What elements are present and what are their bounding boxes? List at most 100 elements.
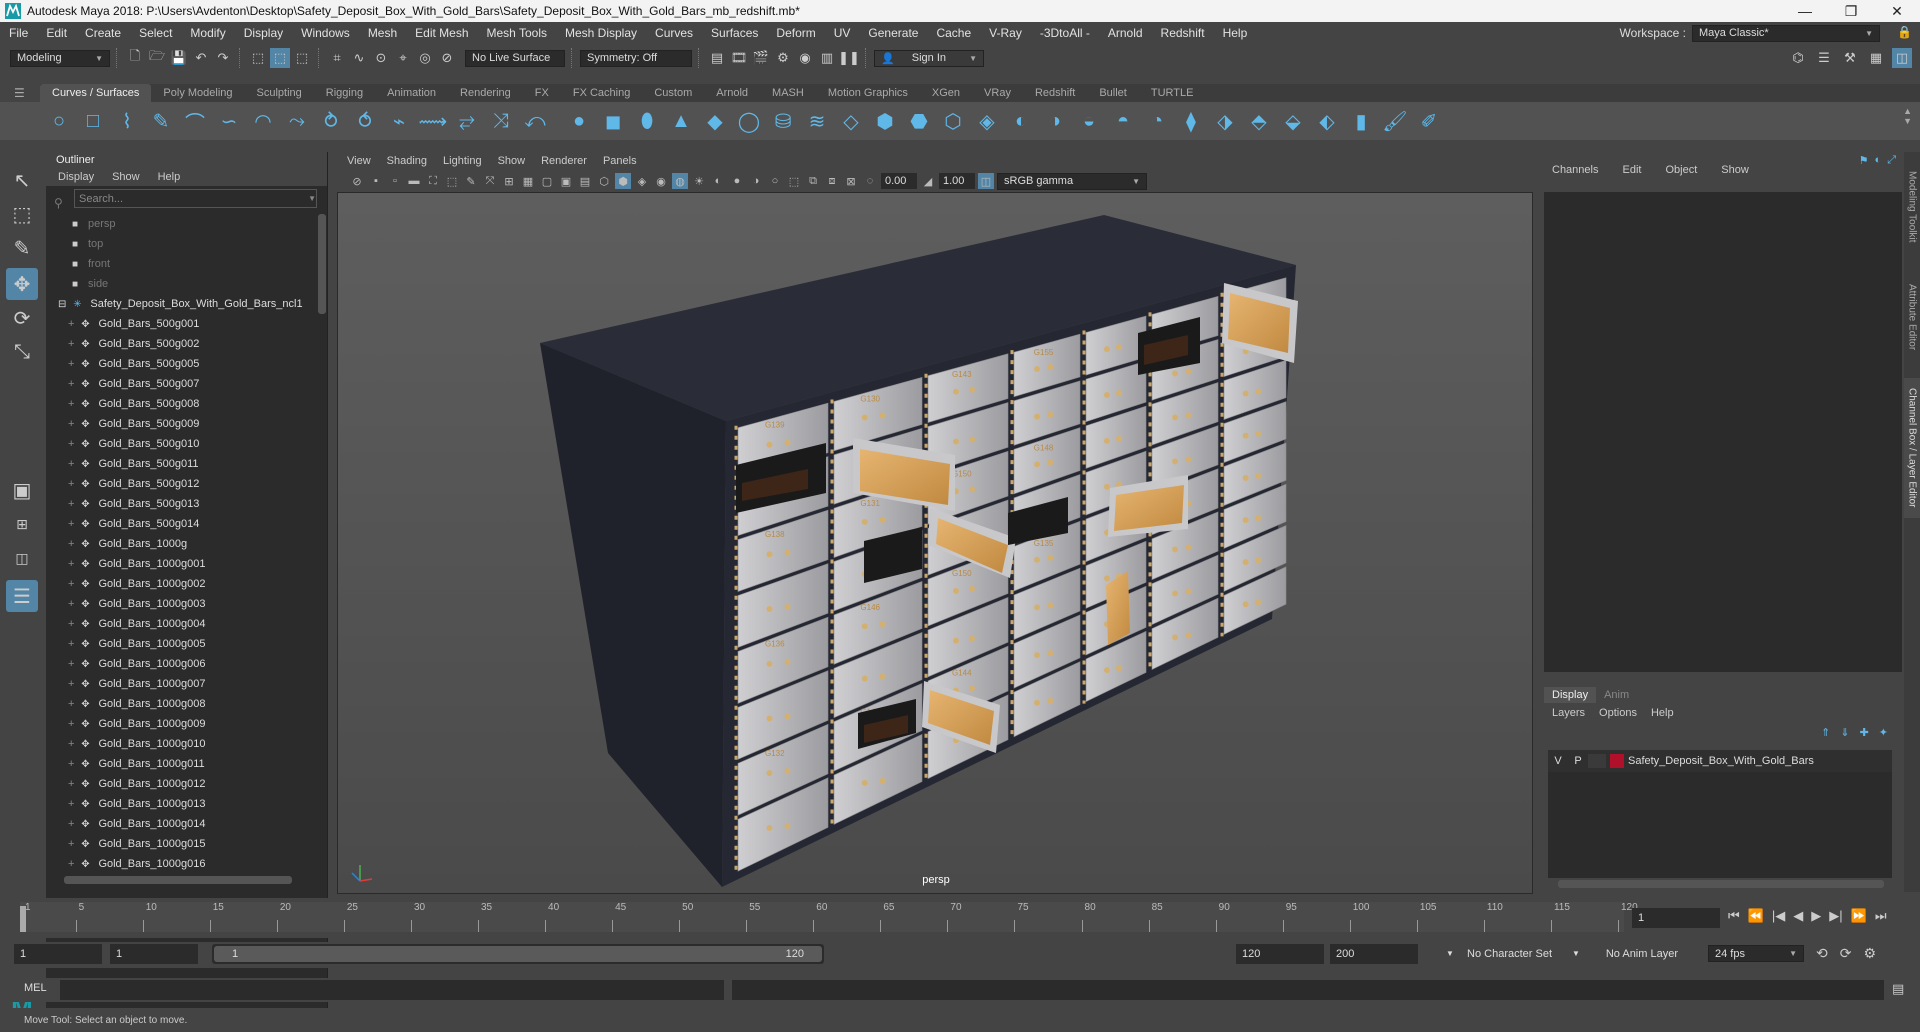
snap-surface-icon[interactable]: ◎ (415, 48, 435, 68)
expand-icon[interactable]: + (68, 538, 74, 550)
step-forward-frame-icon[interactable]: ▶| (1829, 908, 1842, 924)
nurbs-square-icon[interactable]: □ (78, 106, 108, 136)
expand-icon[interactable]: + (68, 858, 74, 870)
lasso-tool-icon[interactable]: ⬚ (6, 198, 38, 230)
depth-of-field-icon[interactable]: ○ (767, 173, 783, 189)
command-input[interactable] (60, 980, 724, 1000)
sphere-icon[interactable]: ● (564, 106, 594, 136)
expand-icon[interactable]: + (68, 738, 74, 750)
render-frame-icon[interactable]: 🎞 (729, 48, 749, 68)
menu-create[interactable]: Create (76, 26, 130, 40)
shelf-tab-poly-modeling[interactable]: Poly Modeling (151, 84, 244, 102)
filter-icon[interactable]: ⚲ (54, 196, 63, 210)
step-back-key-icon[interactable]: ⏪ (1748, 908, 1764, 924)
trim-tool-icon[interactable]: ◓ (1108, 106, 1138, 136)
rebuild-surface-icon[interactable]: ⬗ (1210, 106, 1240, 136)
select-hierarchy-icon[interactable]: ⬚ (248, 48, 268, 68)
2d-pan-zoom-icon[interactable]: ⤧ (482, 173, 498, 189)
outliner-horizontal-scrollbar[interactable] (64, 876, 292, 884)
use-all-lights-icon[interactable]: ◍ (672, 173, 688, 189)
loop-icon[interactable]: ⟲ (1816, 945, 1828, 962)
shelf-tab-animation[interactable]: Animation (375, 84, 448, 102)
open-scene-icon[interactable]: 🗁 (147, 48, 167, 68)
outliner-item-row[interactable]: + ✥ Gold_Bars_500g009 (46, 414, 316, 434)
outliner-item-row[interactable]: + ✥ Gold_Bars_1000g014 (46, 814, 316, 834)
play-forward-icon[interactable]: ▶ (1811, 908, 1821, 924)
grid-icon[interactable]: ⊞ (501, 173, 517, 189)
brush-icon[interactable]: ✐ (1414, 106, 1444, 136)
bookmark-icon[interactable]: ▫ (387, 173, 403, 189)
script-editor-icon[interactable]: ▤ (1892, 981, 1904, 997)
fps-dropdown[interactable]: 24 fps ▼ (1708, 945, 1804, 962)
exposure-field[interactable]: 0.00 (881, 173, 917, 189)
menu-file[interactable]: File (0, 26, 37, 40)
shelf-tab-fx-caching[interactable]: FX Caching (561, 84, 642, 102)
scale-tool-icon[interactable]: ⤡ (6, 336, 38, 368)
select-component-icon[interactable]: ⬚ (292, 48, 312, 68)
expand-icon[interactable]: + (68, 398, 74, 410)
outliner-layout-icon[interactable]: ☰ (6, 580, 38, 612)
lock-icon[interactable]: 🔒 (1897, 25, 1912, 39)
outliner-item-row[interactable]: + ✥ Gold_Bars_1000g006 (46, 654, 316, 674)
perspective-viewport[interactable]: G139G138G136G132G130G131G146G149G143G150… (337, 192, 1533, 894)
menu-display[interactable]: Display (235, 26, 292, 40)
shelf-tab-custom[interactable]: Custom (642, 84, 704, 102)
expand-icon[interactable]: + (68, 438, 74, 450)
shelf-tab-arnold[interactable]: Arnold (704, 84, 760, 102)
outliner-item-row[interactable]: + ✥ Gold_Bars_500g005 (46, 354, 316, 374)
boolean-icon[interactable]: ⧫ (1176, 106, 1206, 136)
layer-menu-options[interactable]: Options (1599, 707, 1637, 719)
outliner-item-row[interactable]: + ✥ Gold_Bars_500g008 (46, 394, 316, 414)
expand-icon[interactable]: + (68, 338, 74, 350)
outliner-item-row[interactable]: + ✥ Gold_Bars_1000g012 (46, 774, 316, 794)
shelf-tab-rigging[interactable]: Rigging (314, 84, 375, 102)
expand-icon[interactable]: + (68, 318, 74, 330)
new-layer-icon[interactable]: ✚ (1860, 726, 1869, 739)
go-to-end-icon[interactable]: ⏭ (1875, 908, 1887, 924)
playback-end-field[interactable]: 120 (1236, 944, 1324, 964)
menu-windows[interactable]: Windows (292, 26, 359, 40)
pause-viewport-icon[interactable]: ❚❚ (838, 48, 860, 68)
revolve-icon[interactable]: ⛁ (768, 106, 798, 136)
save-scene-icon[interactable]: 💾 (169, 48, 189, 68)
outliner-item-row[interactable]: + ✥ Gold_Bars_500g010 (46, 434, 316, 454)
channel-menu-show[interactable]: Show (1721, 164, 1749, 176)
shelf-tab-motion-graphics[interactable]: Motion Graphics (816, 84, 920, 102)
wireframe-on-shaded-icon[interactable]: ◈ (634, 173, 650, 189)
outliner-camera-row[interactable]: ■ front (46, 254, 316, 274)
hypershade-icon[interactable]: ◉ (795, 48, 815, 68)
select-object-icon[interactable]: ⬚ (270, 48, 290, 68)
channel-box-toggle-icon[interactable]: ⚑ (1859, 154, 1869, 167)
single-view-layout-icon[interactable]: ▣ (6, 474, 38, 506)
expand-icon[interactable]: + (68, 838, 74, 850)
channel-menu-channels[interactable]: Channels (1552, 164, 1598, 176)
maximize-button[interactable]: ❐ (1828, 0, 1874, 22)
attribute-editor-icon[interactable]: ☰ (1814, 48, 1834, 68)
tab-modeling-toolkit[interactable]: Modeling Toolkit (1904, 162, 1920, 252)
viewport-menu-panels[interactable]: Panels (603, 155, 637, 167)
outliner-item-row[interactable]: + ✥ Gold_Bars_500g014 (46, 514, 316, 534)
playback-start-field[interactable]: 1 (110, 944, 198, 964)
expand-icon[interactable]: + (68, 678, 74, 690)
extend-curve-icon[interactable]: ⟿ (418, 106, 448, 136)
outliner-item-row[interactable]: + ✥ Gold_Bars_1000g001 (46, 554, 316, 574)
viewport-menu-lighting[interactable]: Lighting (443, 155, 482, 167)
outliner-item-row[interactable]: + ✥ Gold_Bars_1000g004 (46, 614, 316, 634)
layer-row[interactable]: V P Safety_Deposit_Box_With_Gold_Bars (1548, 750, 1892, 772)
rebuild-curve-icon[interactable]: ⤨ (486, 106, 516, 136)
channel-box-icon[interactable]: ▦ (1866, 48, 1886, 68)
menu-generate[interactable]: Generate (859, 26, 927, 40)
expand-icon[interactable]: + (68, 618, 74, 630)
shelf-tab-xgen[interactable]: XGen (920, 84, 972, 102)
menu-redshift[interactable]: Redshift (1152, 26, 1214, 40)
snap-curve-icon[interactable]: ∿ (349, 48, 369, 68)
viewport-menu-renderer[interactable]: Renderer (541, 155, 587, 167)
snap-view-icon[interactable]: ⌖ (393, 48, 413, 68)
outliner-item-row[interactable]: + ✥ Gold_Bars_500g013 (46, 494, 316, 514)
outliner-item-row[interactable]: + ✥ Gold_Bars_1000g008 (46, 694, 316, 714)
square-surface-icon[interactable]: ◈ (972, 106, 1002, 136)
outliner-item-row[interactable]: + ✥ Gold_Bars_1000g009 (46, 714, 316, 734)
shadows-icon[interactable]: ☀ (691, 173, 707, 189)
step-back-frame-icon[interactable]: |◀ (1772, 908, 1785, 924)
viewport-menu-show[interactable]: Show (498, 155, 526, 167)
